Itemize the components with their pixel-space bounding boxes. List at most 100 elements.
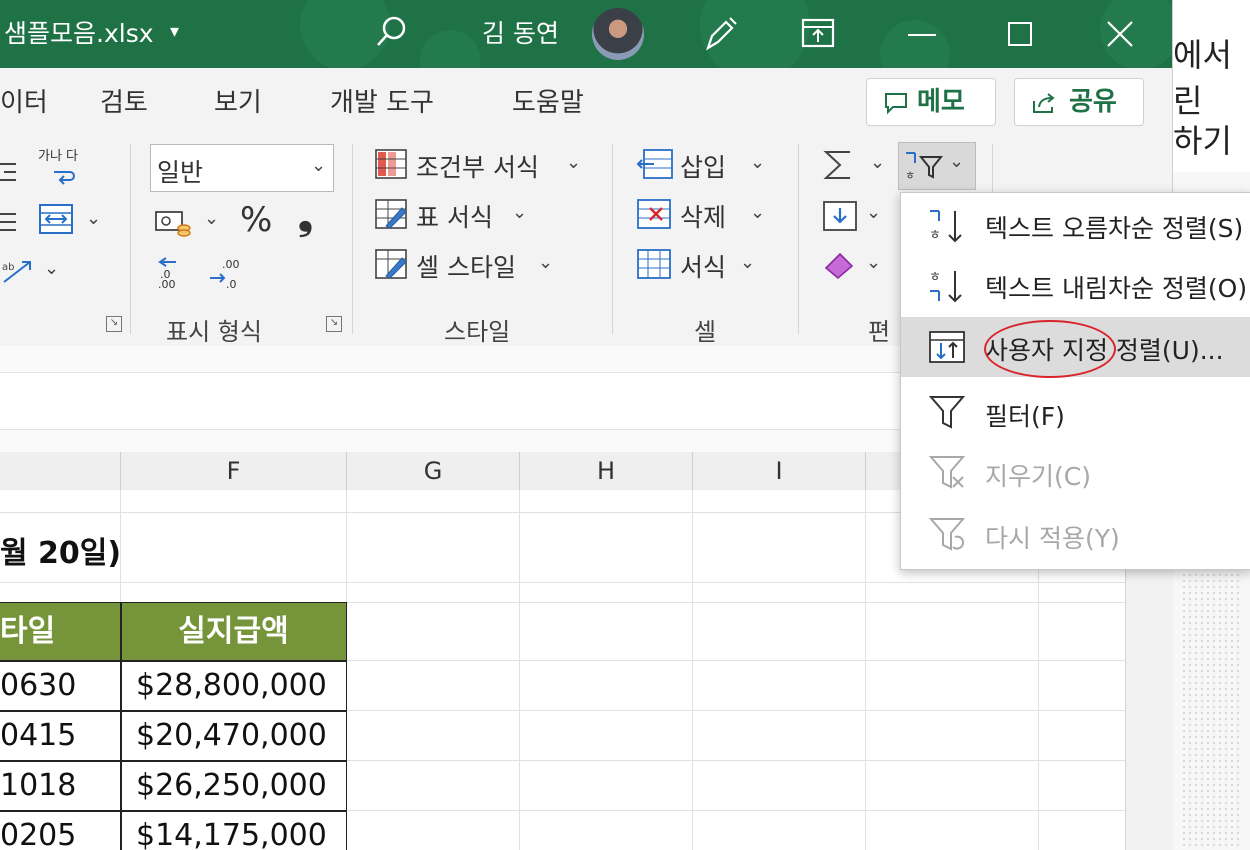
menu-item-filter[interactable]: 필터(F) — [901, 383, 1250, 443]
orientation-dropdown-icon[interactable]: ⌄ — [44, 258, 59, 279]
delete-dropdown-icon[interactable]: ⌄ — [750, 202, 765, 223]
close-button[interactable] — [1098, 12, 1142, 56]
format-cells-button[interactable]: 서식 — [680, 248, 726, 284]
insert-cells-icon[interactable] — [636, 148, 674, 180]
menu-item-clear-filter[interactable]: 지우기(C) — [901, 443, 1250, 503]
wrap-arrow-icon — [54, 171, 75, 185]
svg-text:.0: .0 — [226, 278, 237, 290]
clear-filter-icon — [928, 456, 966, 489]
autosum-icon[interactable] — [822, 148, 856, 182]
format-as-table-icon[interactable] — [374, 198, 408, 230]
autosum-dropdown-icon[interactable]: ⌄ — [870, 152, 885, 173]
conditional-formatting-button[interactable]: 조건부 서식 — [416, 148, 539, 184]
align-right-icon[interactable] — [0, 160, 22, 184]
user-avatar[interactable] — [592, 8, 644, 60]
styles-group-label: 스타일 — [444, 318, 511, 346]
comment-icon — [885, 93, 907, 115]
conditional-formatting-icon[interactable] — [374, 148, 408, 180]
annotation-circle — [984, 320, 1116, 378]
accounting-dropdown-icon[interactable]: ⌄ — [204, 208, 219, 229]
svg-text:ㅎ: ㅎ — [929, 270, 941, 285]
cell-styles-dropdown-icon[interactable]: ⌄ — [538, 252, 553, 273]
table-cell[interactable]: 1018 — [0, 768, 76, 803]
share-icon — [1033, 93, 1055, 113]
merge-dropdown-icon[interactable]: ⌄ — [86, 208, 101, 229]
insert-cells-button[interactable]: 삽입 — [680, 148, 726, 184]
orientation-icon[interactable]: ab — [0, 256, 44, 286]
cell-styles-icon[interactable] — [374, 248, 408, 280]
sheet-title-cell[interactable]: 월 20일) — [0, 528, 121, 572]
table-cell[interactable]: $14,175,000 — [136, 818, 327, 850]
title-bar: 샘플모음.xlsx ▾ 김 동연 — [0, 0, 1172, 68]
filter-icon — [928, 396, 966, 429]
column-header-f[interactable]: F — [121, 452, 347, 490]
table-cell[interactable]: $26,250,000 — [136, 768, 327, 803]
fill-icon[interactable] — [822, 200, 858, 232]
clear-eraser-icon[interactable] — [822, 248, 858, 280]
column-header-e[interactable] — [0, 452, 121, 490]
cell-styles-button[interactable]: 셀 스타일 — [416, 248, 516, 284]
cells-group-label: 셀 — [694, 318, 717, 346]
pen-icon[interactable] — [700, 14, 740, 54]
side-doc-line: 하기 — [1173, 122, 1232, 160]
clear-dropdown-icon[interactable]: ⌄ — [866, 252, 881, 273]
side-doc-line: 에서 — [1173, 36, 1232, 74]
table-cell[interactable]: 0205 — [0, 818, 76, 850]
format-cells-icon[interactable] — [636, 248, 674, 280]
menu-item-sort-descending[interactable]: ㅎ 텍스트 내림차순 정렬(O) — [901, 255, 1250, 315]
group-separator — [612, 144, 613, 334]
table-cell[interactable]: $20,470,000 — [136, 718, 327, 753]
column-header-i[interactable]: I — [693, 452, 866, 490]
comma-style-button[interactable]: ❟ — [298, 194, 313, 239]
delete-cells-button[interactable]: 삭제 — [680, 198, 726, 234]
title-dropdown-icon[interactable]: ▾ — [170, 21, 179, 42]
justify-icon[interactable] — [0, 210, 22, 234]
file-title[interactable]: 샘플모음.xlsx — [4, 14, 154, 50]
tab-data[interactable]: 이터 — [0, 82, 48, 119]
fill-dropdown-icon[interactable]: ⌄ — [866, 202, 881, 223]
alignment-launcher[interactable]: ↘ — [106, 316, 122, 332]
sort-filter-icon: ㅎ — [905, 152, 944, 182]
reapply-filter-icon — [928, 518, 966, 551]
minimize-button[interactable] — [900, 12, 944, 56]
user-name[interactable]: 김 동연 — [482, 14, 559, 50]
decrease-decimal-icon[interactable]: .00 .0 — [206, 254, 242, 290]
table-cell[interactable]: $28,800,000 — [136, 668, 327, 703]
svg-text:.00: .00 — [222, 258, 240, 271]
tab-help[interactable]: 도움말 — [512, 82, 584, 119]
maximize-button[interactable] — [998, 12, 1042, 56]
column-header-g[interactable]: G — [347, 452, 520, 490]
number-format-launcher[interactable]: ↘ — [326, 316, 342, 332]
tab-view[interactable]: 보기 — [214, 82, 262, 119]
tab-review[interactable]: 검토 — [100, 82, 148, 119]
wrap-text-button[interactable]: 가나 다 — [38, 150, 78, 164]
editing-group-label: 편 — [868, 318, 891, 346]
group-separator — [798, 144, 799, 334]
group-separator — [130, 144, 131, 334]
menu-item-reapply-filter[interactable]: 다시 적용(Y) — [901, 505, 1250, 565]
conditional-dropdown-icon[interactable]: ⌄ — [566, 152, 581, 173]
menu-item-sort-ascending[interactable]: ㅎ 텍스트 오름차순 정렬(S) — [901, 195, 1250, 255]
column-header-h[interactable]: H — [520, 452, 693, 490]
percent-style-button[interactable]: % — [240, 200, 272, 240]
table-cell[interactable]: 0415 — [0, 718, 76, 753]
tab-developer[interactable]: 개발 도구 — [330, 82, 434, 119]
sort-filter-button[interactable]: ㅎ ⌄ — [898, 142, 976, 190]
table-cell[interactable]: 0630 — [0, 668, 76, 703]
delete-cells-icon[interactable] — [636, 198, 674, 230]
format-as-table-button[interactable]: 표 서식 — [416, 198, 493, 234]
format-dropdown-icon[interactable]: ⌄ — [740, 252, 755, 273]
ribbon-display-icon[interactable] — [800, 16, 836, 50]
memo-button[interactable]: 메모 — [866, 78, 996, 126]
svg-text:.00: .00 — [158, 278, 176, 290]
increase-decimal-icon[interactable]: .0 .00 — [156, 254, 192, 290]
share-button[interactable]: 공유 — [1014, 78, 1144, 126]
table-dropdown-icon[interactable]: ⌄ — [512, 202, 527, 223]
number-format-select[interactable]: 일반 ⌄ — [150, 144, 334, 192]
sort-ascending-icon: ㅎ — [929, 210, 962, 243]
insert-dropdown-icon[interactable]: ⌄ — [750, 152, 765, 173]
search-icon[interactable] — [374, 14, 410, 50]
group-separator — [352, 144, 353, 334]
merge-center-icon[interactable] — [38, 202, 74, 236]
accounting-format-icon[interactable] — [154, 206, 192, 238]
